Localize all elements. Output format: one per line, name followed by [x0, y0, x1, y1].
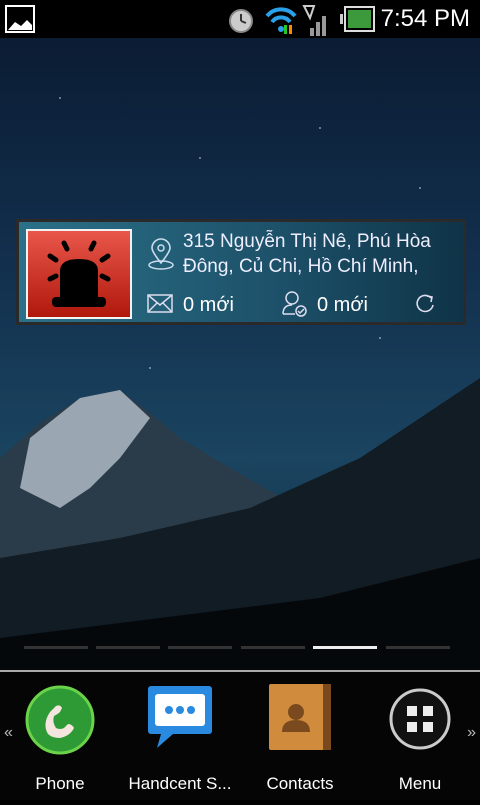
- contacts-book-icon: [269, 684, 331, 750]
- emergency-widget[interactable]: 315 Nguyễn Thị Nê, Phú Hòa Đông, Củ Chi,…: [16, 219, 466, 325]
- mail-icon: [147, 294, 173, 313]
- new-contacts-count[interactable]: 0 mới: [317, 294, 368, 317]
- page-indicator-1: [24, 646, 88, 649]
- alarm-icon: [229, 9, 253, 33]
- app-label: Handcent S...: [128, 774, 232, 793]
- page-indicator-6: [386, 646, 450, 649]
- page-indicator-5-active: [313, 646, 377, 649]
- siren-icon: [47, 240, 111, 307]
- clock: 7:54 PM: [380, 5, 470, 32]
- wifi-icon: [265, 7, 297, 34]
- battery-icon: [340, 6, 375, 32]
- phone-icon: [25, 685, 95, 755]
- dock-app-menu[interactable]: Menu: [360, 682, 480, 793]
- dock-app-handcent-sms[interactable]: Handcent S...: [120, 682, 240, 793]
- new-messages-count[interactable]: 0 mới: [183, 294, 234, 317]
- dock-app-phone[interactable]: Phone: [0, 682, 120, 793]
- page-indicator-4: [241, 646, 305, 649]
- app-label: Phone: [35, 774, 85, 793]
- gallery-icon: [5, 5, 35, 33]
- refresh-icon[interactable]: [413, 292, 437, 316]
- status-bar: 7:54 PM: [0, 0, 480, 38]
- dock: « » Phone Handcent S... Contacts Menu: [0, 672, 480, 800]
- sms-icon: [148, 686, 212, 748]
- signal-icon: [302, 5, 326, 36]
- contact-check-icon: [282, 291, 307, 317]
- dock-app-contacts[interactable]: Contacts: [240, 682, 360, 793]
- app-label: Menu: [398, 774, 442, 793]
- address-text: 315 Nguyễn Thị Nê, Phú Hòa Đông, Củ Chi,…: [183, 231, 431, 277]
- app-drawer-icon: [389, 688, 451, 750]
- app-label: Contacts: [266, 774, 334, 793]
- page-indicator-2: [96, 646, 160, 649]
- alarm-button[interactable]: [26, 229, 132, 319]
- location-pin-icon: [148, 238, 174, 270]
- page-indicator-3: [168, 646, 232, 649]
